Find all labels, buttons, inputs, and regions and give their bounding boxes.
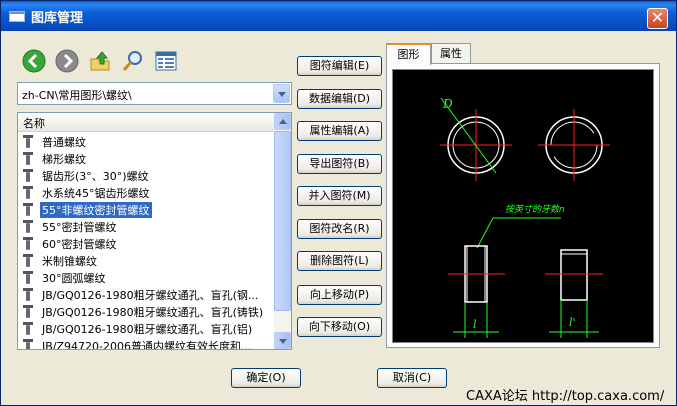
screw-icon [23,220,33,233]
thread-drawing-preview: D 按英寸的牙数n l l' [392,69,654,343]
tab-properties[interactable]: 属性 [431,43,471,63]
merge-symbol-button[interactable]: 并入图符(M) [297,186,382,206]
title-bar[interactable]: 图库管理 ✕ [1,1,676,31]
screw-icon [23,288,33,301]
list-item[interactable]: 60°密封管螺纹 [18,235,275,252]
watermark-text: CAXA论坛 http://top.caxa.com/ [466,389,665,404]
tab-graphic[interactable]: 图形 [386,43,431,65]
list-item-label: JB/Z94720-2006普通内螺纹有效长度和... [42,340,252,350]
list-item[interactable]: 锯齿形(3°、30°)螺纹 [18,167,275,184]
list-item-label: 锯齿形(3°、30°)螺纹 [42,170,149,183]
screw-icon [23,186,33,199]
list-item[interactable]: JB/GQ0126-1980粗牙螺纹通孔、盲孔(钢... [18,286,275,303]
list-item[interactable]: 水系统45°锯齿形螺纹 [18,184,275,201]
export-symbol-button[interactable]: 导出图符(B) [297,154,382,174]
list-item-label: 梯形螺纹 [42,153,86,166]
list-item-label: JB/GQ0126-1980粗牙螺纹通孔、盲孔(钢... [42,289,259,302]
preview-panel: 图形 属性 D 按英寸的牙数n l l' [386,43,660,348]
list-item-label: 普通螺纹 [42,136,86,149]
length-label-right: l' [569,316,576,329]
library-path-value: zh-CN\常用图形\螺纹\ [22,89,132,102]
scroll-up-button[interactable] [274,113,291,130]
screw-icon [23,203,33,216]
screw-icon [23,339,33,349]
screw-icon [23,169,33,182]
window-title: 图库管理 [31,11,84,26]
list-item[interactable]: JB/GQ0126-1980粗牙螺纹通孔、盲孔(铸铁) [18,303,275,320]
callout-leader [476,217,561,249]
chevron-down-icon[interactable] [273,84,290,103]
ok-button[interactable]: 确定(O) [231,368,301,388]
callout-text: 按英寸的牙数n [505,204,565,215]
side-view-right [560,249,588,301]
screw-icon [23,152,33,165]
screw-icon [23,305,33,318]
tab-panel-graphic: D 按英寸的牙数n l l' [386,63,660,348]
edit-symbol-button[interactable]: 图符编辑(E) [297,56,382,76]
screw-icon [23,135,33,148]
list-item[interactable]: 30°圆弧螺纹 [18,269,275,286]
search-magnifier-icon[interactable] [121,49,145,73]
screw-icon [23,322,33,335]
list-item-label: JB/GQ0126-1980粗牙螺纹通孔、盲孔(铸铁) [42,306,264,319]
list-item[interactable]: JB/GQ0126-1980粗牙螺纹通孔、盲孔(铝) [18,320,275,337]
library-path-select[interactable]: zh-CN\常用图形\螺纹\ [17,82,292,105]
list-item[interactable]: 普通螺纹 [18,133,275,150]
window-icon [9,11,25,22]
length-label-left: l [473,318,477,331]
list-item[interactable]: 55°非螺纹密封管螺纹 [18,201,275,218]
up-folder-icon[interactable] [88,49,112,73]
cancel-button[interactable]: 取消(C) [377,368,447,388]
rename-symbol-button[interactable]: 图符改名(R) [297,219,382,239]
list-item[interactable]: 梯形螺纹 [18,150,275,167]
list-item[interactable]: 55°密封管螺纹 [18,218,275,235]
symbol-list[interactable]: 名称 普通螺纹梯形螺纹锯齿形(3°、30°)螺纹 水系统45°锯齿形螺纹 55°非螺… [17,112,292,350]
list-scrollbar[interactable] [274,113,291,349]
delete-symbol-button[interactable]: 删除图符(L) [297,251,382,271]
screw-icon [23,271,33,284]
list-item-label: 30°圆弧螺纹 [42,272,106,285]
list-column-header[interactable]: 名称 [18,113,275,132]
back-arrow-icon[interactable] [22,49,46,73]
grid-view-icon[interactable] [154,49,178,73]
gallery-manager-window: 图库管理 ✕ zh-CN\常用图形\螺纹\ 名称 普通螺纹梯形螺纹锯齿形(3°、… [0,0,677,406]
list-item-label: 55°密封管螺纹 [42,221,117,234]
list-item[interactable]: JB/Z94720-2006普通内螺纹有效长度和... [18,337,275,350]
diameter-label: D [442,97,453,111]
scroll-down-button[interactable] [274,332,291,349]
thread-drawing: D 按英寸的牙数n l l' [440,97,610,338]
list-item-label: 55°非螺纹密封管螺纹 [40,202,152,218]
scroll-thumb[interactable] [274,131,291,311]
list-item-label: 水系统45°锯齿形螺纹 [42,187,150,200]
screw-icon [23,237,33,250]
screw-icon [23,254,33,267]
column-name-label: 名称 [23,117,45,130]
list-item-label: 米制锥螺纹 [42,255,97,268]
list-item[interactable]: 米制锥螺纹 [18,252,275,269]
edit-properties-button[interactable]: 属性编辑(A) [297,121,382,141]
edit-data-button[interactable]: 数据编辑(D) [297,89,382,109]
close-button[interactable]: ✕ [647,8,668,29]
forward-arrow-icon[interactable] [55,49,79,73]
list-item-label: 60°密封管螺纹 [42,238,117,251]
list-item-label: JB/GQ0126-1980粗牙螺纹通孔、盲孔(铝) [42,323,253,336]
move-up-button[interactable]: 向上移动(P) [297,285,382,305]
move-down-button[interactable]: 向下移动(O) [297,317,382,337]
